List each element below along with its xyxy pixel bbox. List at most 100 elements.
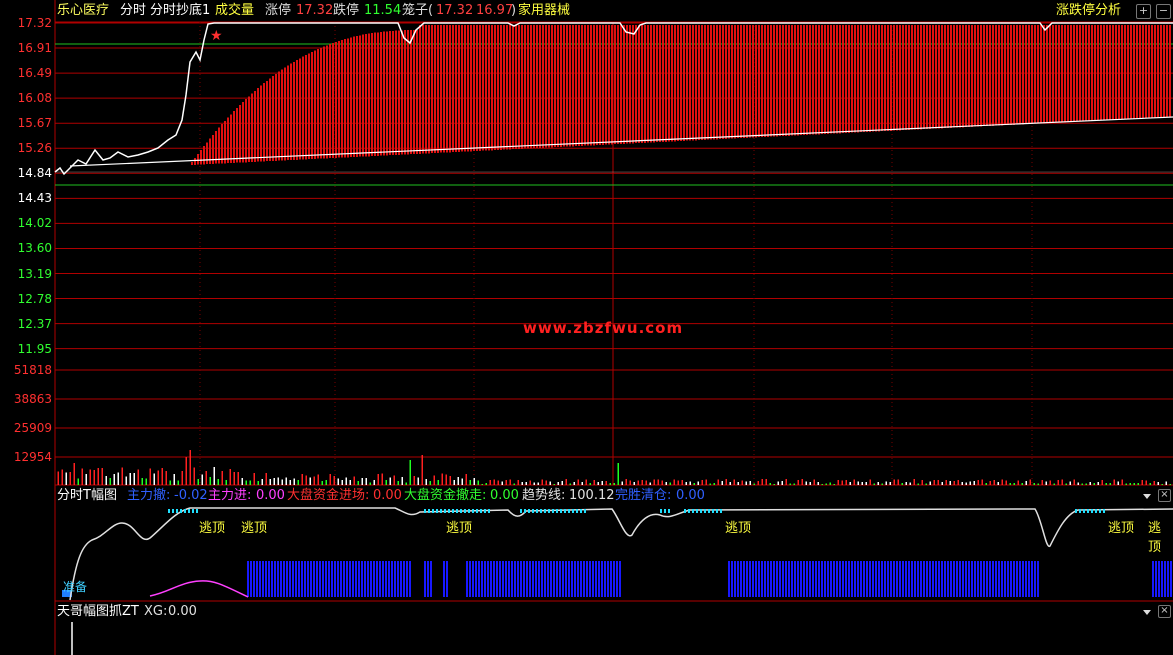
main-out-label: 主力撤: — [127, 488, 171, 503]
cyan-marker — [460, 509, 462, 513]
cyan-marker — [488, 509, 490, 513]
cyan-marker — [472, 509, 474, 513]
cyan-marker — [716, 509, 718, 513]
trend-line-label: 趋势线: — [522, 488, 566, 503]
cyan-marker — [544, 509, 546, 513]
cyan-marker — [188, 509, 190, 513]
market-in-value: 0.00 — [373, 488, 402, 503]
cyan-marker — [704, 509, 706, 513]
zoom-out-button[interactable]: − — [1156, 4, 1171, 19]
price-tick-label: 13.60 — [17, 241, 52, 256]
volume-label: 成交量 — [215, 3, 255, 18]
cyan-marker — [568, 509, 570, 513]
panel1-header: 分时T幅图 主力撤: -0.02 主力进: 0.00 大盘资金进场: 0.00 … — [0, 487, 1173, 505]
cyan-marker — [712, 509, 714, 513]
cyan-marker — [484, 509, 486, 513]
chart-header: 乐心医疗 分时 分时抄底1 成交量 涨停 17.32 跌停 11.54 笼子( … — [0, 0, 1173, 22]
clearance-label: 完胜清仓: — [615, 488, 672, 503]
cyan-marker — [172, 509, 174, 513]
cyan-marker — [660, 509, 662, 513]
panel1-title[interactable]: 分时T幅图 — [57, 487, 117, 505]
volume-tick-label: 38863 — [13, 392, 52, 406]
cyan-marker — [168, 509, 170, 513]
zoom-in-button[interactable]: + — [1136, 4, 1151, 19]
cyan-marker — [436, 509, 438, 513]
cyan-marker — [548, 509, 550, 513]
cyan-marker — [180, 509, 182, 513]
cyan-marker — [1091, 509, 1093, 513]
cyan-marker — [532, 509, 534, 513]
cyan-marker — [184, 509, 186, 513]
cyan-marker — [664, 509, 666, 513]
cyan-marker — [424, 509, 426, 513]
indicator-fenshi[interactable]: 分时 — [120, 0, 146, 22]
cyan-marker — [440, 509, 442, 513]
market-out-value: 0.00 — [490, 488, 519, 503]
cyan-marker — [1083, 509, 1085, 513]
cyan-marker — [540, 509, 542, 513]
volume-tick-label: 51818 — [13, 363, 52, 377]
volume-tick-label: 25909 — [13, 421, 52, 435]
cyan-marker — [428, 509, 430, 513]
stock-name[interactable]: 乐心医疗 — [57, 0, 109, 22]
escape-top-signal: 逃顶 — [446, 521, 473, 536]
cyan-marker — [444, 509, 446, 513]
cyan-marker — [576, 509, 578, 513]
cage-low: 16.97 — [476, 3, 514, 18]
main-in-value: 0.00 — [256, 488, 285, 503]
price-tick-label: 11.95 — [17, 341, 52, 356]
cyan-marker — [432, 509, 434, 513]
cyan-marker — [448, 509, 450, 513]
xg-label: XG: — [144, 604, 168, 619]
trend-line-value: 100.12 — [569, 488, 615, 503]
cyan-marker — [688, 509, 690, 513]
cyan-marker — [536, 509, 538, 513]
cyan-marker — [584, 509, 586, 513]
cyan-marker — [668, 509, 670, 513]
panel1-menu-icon[interactable] — [1143, 494, 1151, 499]
cyan-marker — [1075, 509, 1077, 513]
escape-top-signal: 逃顶 — [199, 521, 226, 536]
watermark: www.zbzfwu.com — [523, 319, 684, 337]
limit-up-star: ★ — [210, 28, 223, 44]
cyan-marker — [1079, 509, 1081, 513]
cyan-marker — [552, 509, 554, 513]
limit-analysis-link[interactable]: 涨跌停分析 — [1056, 0, 1121, 22]
escape-top-signal: 逃顶 — [241, 521, 268, 536]
price-tick-label: 17.32 — [17, 16, 52, 30]
cyan-marker — [700, 509, 702, 513]
panel2-header: 天哥幅图抓ZT XG: 0.00 — [0, 603, 1173, 621]
panel1-close-button[interactable]: × — [1158, 489, 1171, 502]
sector-link[interactable]: 家用器械 — [518, 0, 570, 22]
indicator-chaodi[interactable]: 分时抄底1 — [150, 0, 210, 22]
cyan-marker — [572, 509, 574, 513]
main-out-value: -0.02 — [174, 488, 208, 503]
price-tick-label: 12.78 — [17, 291, 52, 306]
cyan-marker — [1087, 509, 1089, 513]
cyan-marker — [560, 509, 562, 513]
cyan-marker — [684, 509, 686, 513]
cyan-marker — [196, 509, 198, 513]
cage-label: 笼子( — [402, 3, 434, 18]
cyan-marker — [468, 509, 470, 513]
cyan-marker — [696, 509, 698, 513]
price-fill-bars — [191, 25, 1171, 165]
cyan-marker — [564, 509, 566, 513]
market-in-label: 大盘资金进场: — [287, 488, 370, 503]
panel2-title[interactable]: 天哥幅图抓ZT — [57, 603, 139, 621]
panel2-menu-icon[interactable] — [1143, 610, 1151, 615]
escape-top-signal: 逃顶 — [725, 521, 752, 536]
price-tick-label: 14.43 — [17, 191, 52, 206]
prepare-signal: 准备 — [63, 580, 88, 594]
price-tick-label: 14.84 — [17, 166, 52, 181]
xg-value: 0.00 — [168, 604, 197, 619]
cyan-marker — [524, 509, 526, 513]
price-tick-label: 16.49 — [17, 66, 52, 81]
panel2-close-button[interactable]: × — [1158, 605, 1171, 618]
volume-tick-label: 12954 — [13, 450, 52, 464]
cyan-marker — [720, 509, 722, 513]
cyan-marker — [480, 509, 482, 513]
price-tick-label: 12.37 — [17, 316, 52, 331]
cyan-marker — [708, 509, 710, 513]
cyan-marker — [452, 509, 454, 513]
